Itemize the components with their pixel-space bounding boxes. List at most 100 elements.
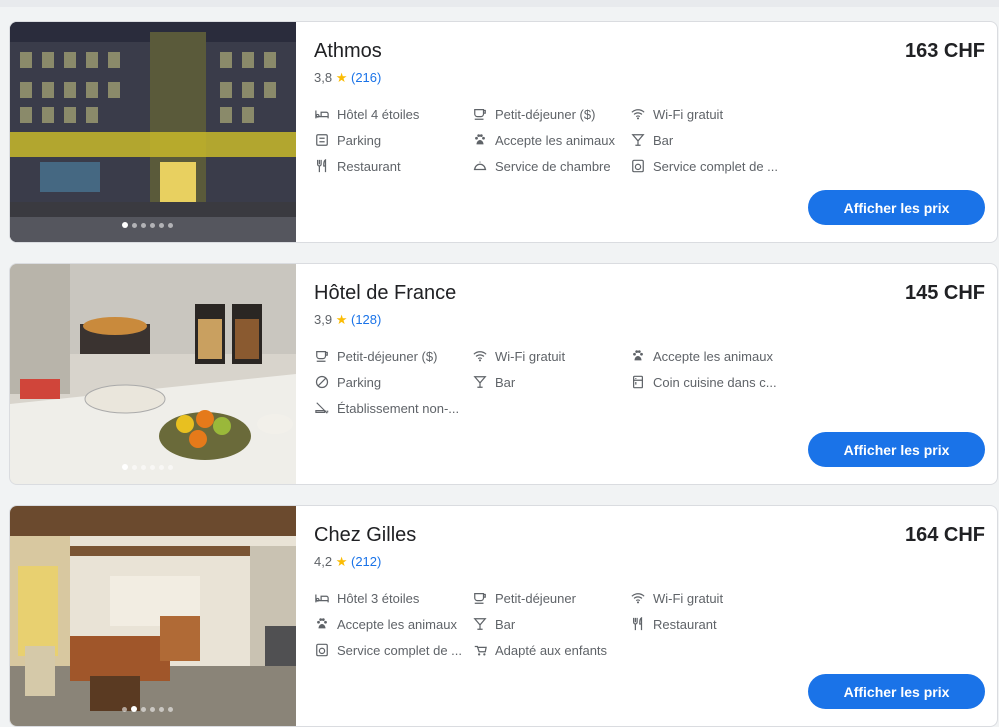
restaurant-icon xyxy=(630,616,646,632)
amenity-label: Hôtel 4 étoiles xyxy=(337,106,420,122)
amenity: Parking xyxy=(314,132,381,148)
show-prices-button[interactable]: Afficher les prix xyxy=(808,432,985,467)
amenity-label: Accepte les animaux xyxy=(337,616,457,632)
no-parking-icon xyxy=(314,374,330,390)
rating-value: 3,8 xyxy=(314,70,333,85)
hotel-rating: 3,9 ★ (128) xyxy=(314,312,381,328)
amenity-label: Petit-déjeuner ($) xyxy=(495,106,596,122)
amenity-label: Wi-Fi gratuit xyxy=(495,348,566,364)
rating-value: 3,9 xyxy=(314,312,333,327)
photo-pager[interactable] xyxy=(122,464,173,470)
pets-icon xyxy=(314,616,330,632)
amenity: Petit-déjeuner ($) xyxy=(472,106,595,122)
amenity: Wi-Fi gratuit xyxy=(630,106,723,122)
amenity: Accepte les animaux xyxy=(472,132,615,148)
amenity-label: Bar xyxy=(495,616,516,632)
amenity-label: Service de chambre xyxy=(495,158,611,174)
laundry-icon xyxy=(630,158,646,174)
amenity: Service complet de ... xyxy=(314,642,462,658)
amenity-label: Restaurant xyxy=(653,616,717,632)
amenity: Coin cuisine dans c... xyxy=(630,374,777,390)
review-count[interactable]: (216) xyxy=(351,70,381,85)
amenity-label: Hôtel 3 étoiles xyxy=(337,590,420,606)
hotel-photo[interactable] xyxy=(10,22,296,242)
amenity: Parking xyxy=(314,374,381,390)
hotel-card[interactable]: Chez Gilles 4,2 ★ (212) 164 CHF Hôtel 3 … xyxy=(9,505,998,727)
amenity: Accepte les animaux xyxy=(630,348,773,364)
hotel-rating: 3,8 ★ (216) xyxy=(314,70,381,86)
bar-icon xyxy=(630,132,646,148)
amenity: Adapté aux enfants xyxy=(472,642,607,658)
wifi-icon xyxy=(630,106,646,122)
hotel-price: 163 CHF xyxy=(904,40,985,62)
pets-icon xyxy=(630,348,646,364)
amenity: Petit-déjeuner xyxy=(472,590,576,606)
hotel-price: 145 CHF xyxy=(904,282,985,304)
kitchen-icon xyxy=(630,374,646,390)
top-divider xyxy=(0,0,999,7)
wifi-icon xyxy=(472,348,488,364)
room-service-icon xyxy=(472,158,488,174)
parking-icon xyxy=(314,132,330,148)
show-prices-button[interactable]: Afficher les prix xyxy=(808,190,985,225)
amenity: Établissement non-... xyxy=(314,400,459,416)
star-icon: ★ xyxy=(335,554,348,569)
restaurant-icon xyxy=(314,158,330,174)
hotel-card[interactable]: Hôtel de France 3,9 ★ (128) 145 CHF Peti… xyxy=(9,263,998,485)
hotel-card[interactable]: Athmos 3,8 ★ (216) 163 CHF Hôtel 4 étoil… xyxy=(9,21,998,243)
amenity-label: Petit-déjeuner xyxy=(495,590,576,606)
coffee-icon xyxy=(314,348,330,364)
hotel-name[interactable]: Hôtel de France xyxy=(314,282,456,305)
hotel-name[interactable]: Athmos xyxy=(314,40,382,63)
amenity-label: Coin cuisine dans c... xyxy=(653,374,777,390)
amenity: Restaurant xyxy=(314,158,401,174)
hotel-class-icon xyxy=(314,590,330,606)
amenity-label: Service complet de ... xyxy=(337,642,462,658)
photo-pager[interactable] xyxy=(122,706,173,712)
no-smoking-icon xyxy=(314,400,330,416)
amenity-label: Bar xyxy=(653,132,674,148)
hotel-photo[interactable] xyxy=(10,264,296,484)
amenity-label: Service complet de ... xyxy=(653,158,778,174)
amenity: Restaurant xyxy=(630,616,717,632)
bar-icon xyxy=(472,374,488,390)
review-count[interactable]: (128) xyxy=(351,312,381,327)
coffee-icon xyxy=(472,106,488,122)
review-count[interactable]: (212) xyxy=(351,554,381,569)
amenity-label: Wi-Fi gratuit xyxy=(653,590,724,606)
amenity-label: Restaurant xyxy=(337,158,401,174)
amenity-label: Accepte les animaux xyxy=(495,132,615,148)
pets-icon xyxy=(472,132,488,148)
hotel-price: 164 CHF xyxy=(904,524,985,546)
amenity: Hôtel 4 étoiles xyxy=(314,106,419,122)
amenity: Hôtel 3 étoiles xyxy=(314,590,419,606)
laundry-icon xyxy=(314,642,330,658)
amenity-label: Wi-Fi gratuit xyxy=(653,106,724,122)
amenity-label: Accepte les animaux xyxy=(653,348,773,364)
amenity-label: Petit-déjeuner ($) xyxy=(337,348,438,364)
amenity-label: Adapté aux enfants xyxy=(495,642,608,658)
hotel-class-icon xyxy=(314,106,330,122)
photo-pager[interactable] xyxy=(122,222,173,228)
amenity-label: Bar xyxy=(495,374,516,390)
stroller-icon xyxy=(472,642,488,658)
hotel-rating: 4,2 ★ (212) xyxy=(314,554,381,570)
show-prices-button[interactable]: Afficher les prix xyxy=(808,674,985,709)
amenity-label: Parking xyxy=(337,132,382,148)
amenity: Bar xyxy=(630,132,673,148)
amenity: Wi-Fi gratuit xyxy=(472,348,565,364)
wifi-icon xyxy=(630,590,646,606)
amenity-label: Établissement non-... xyxy=(337,400,460,416)
hotel-name[interactable]: Chez Gilles xyxy=(314,524,416,547)
amenity: Accepte les animaux xyxy=(314,616,457,632)
star-icon: ★ xyxy=(335,70,348,85)
amenity: Petit-déjeuner ($) xyxy=(314,348,437,364)
amenity: Service de chambre xyxy=(472,158,611,174)
amenity: Bar xyxy=(472,616,515,632)
hotel-photo[interactable] xyxy=(10,506,296,726)
star-icon: ★ xyxy=(335,312,348,327)
amenity: Bar xyxy=(472,374,515,390)
bar-icon xyxy=(472,616,488,632)
rating-value: 4,2 xyxy=(314,554,333,569)
amenity-label: Parking xyxy=(337,374,382,390)
